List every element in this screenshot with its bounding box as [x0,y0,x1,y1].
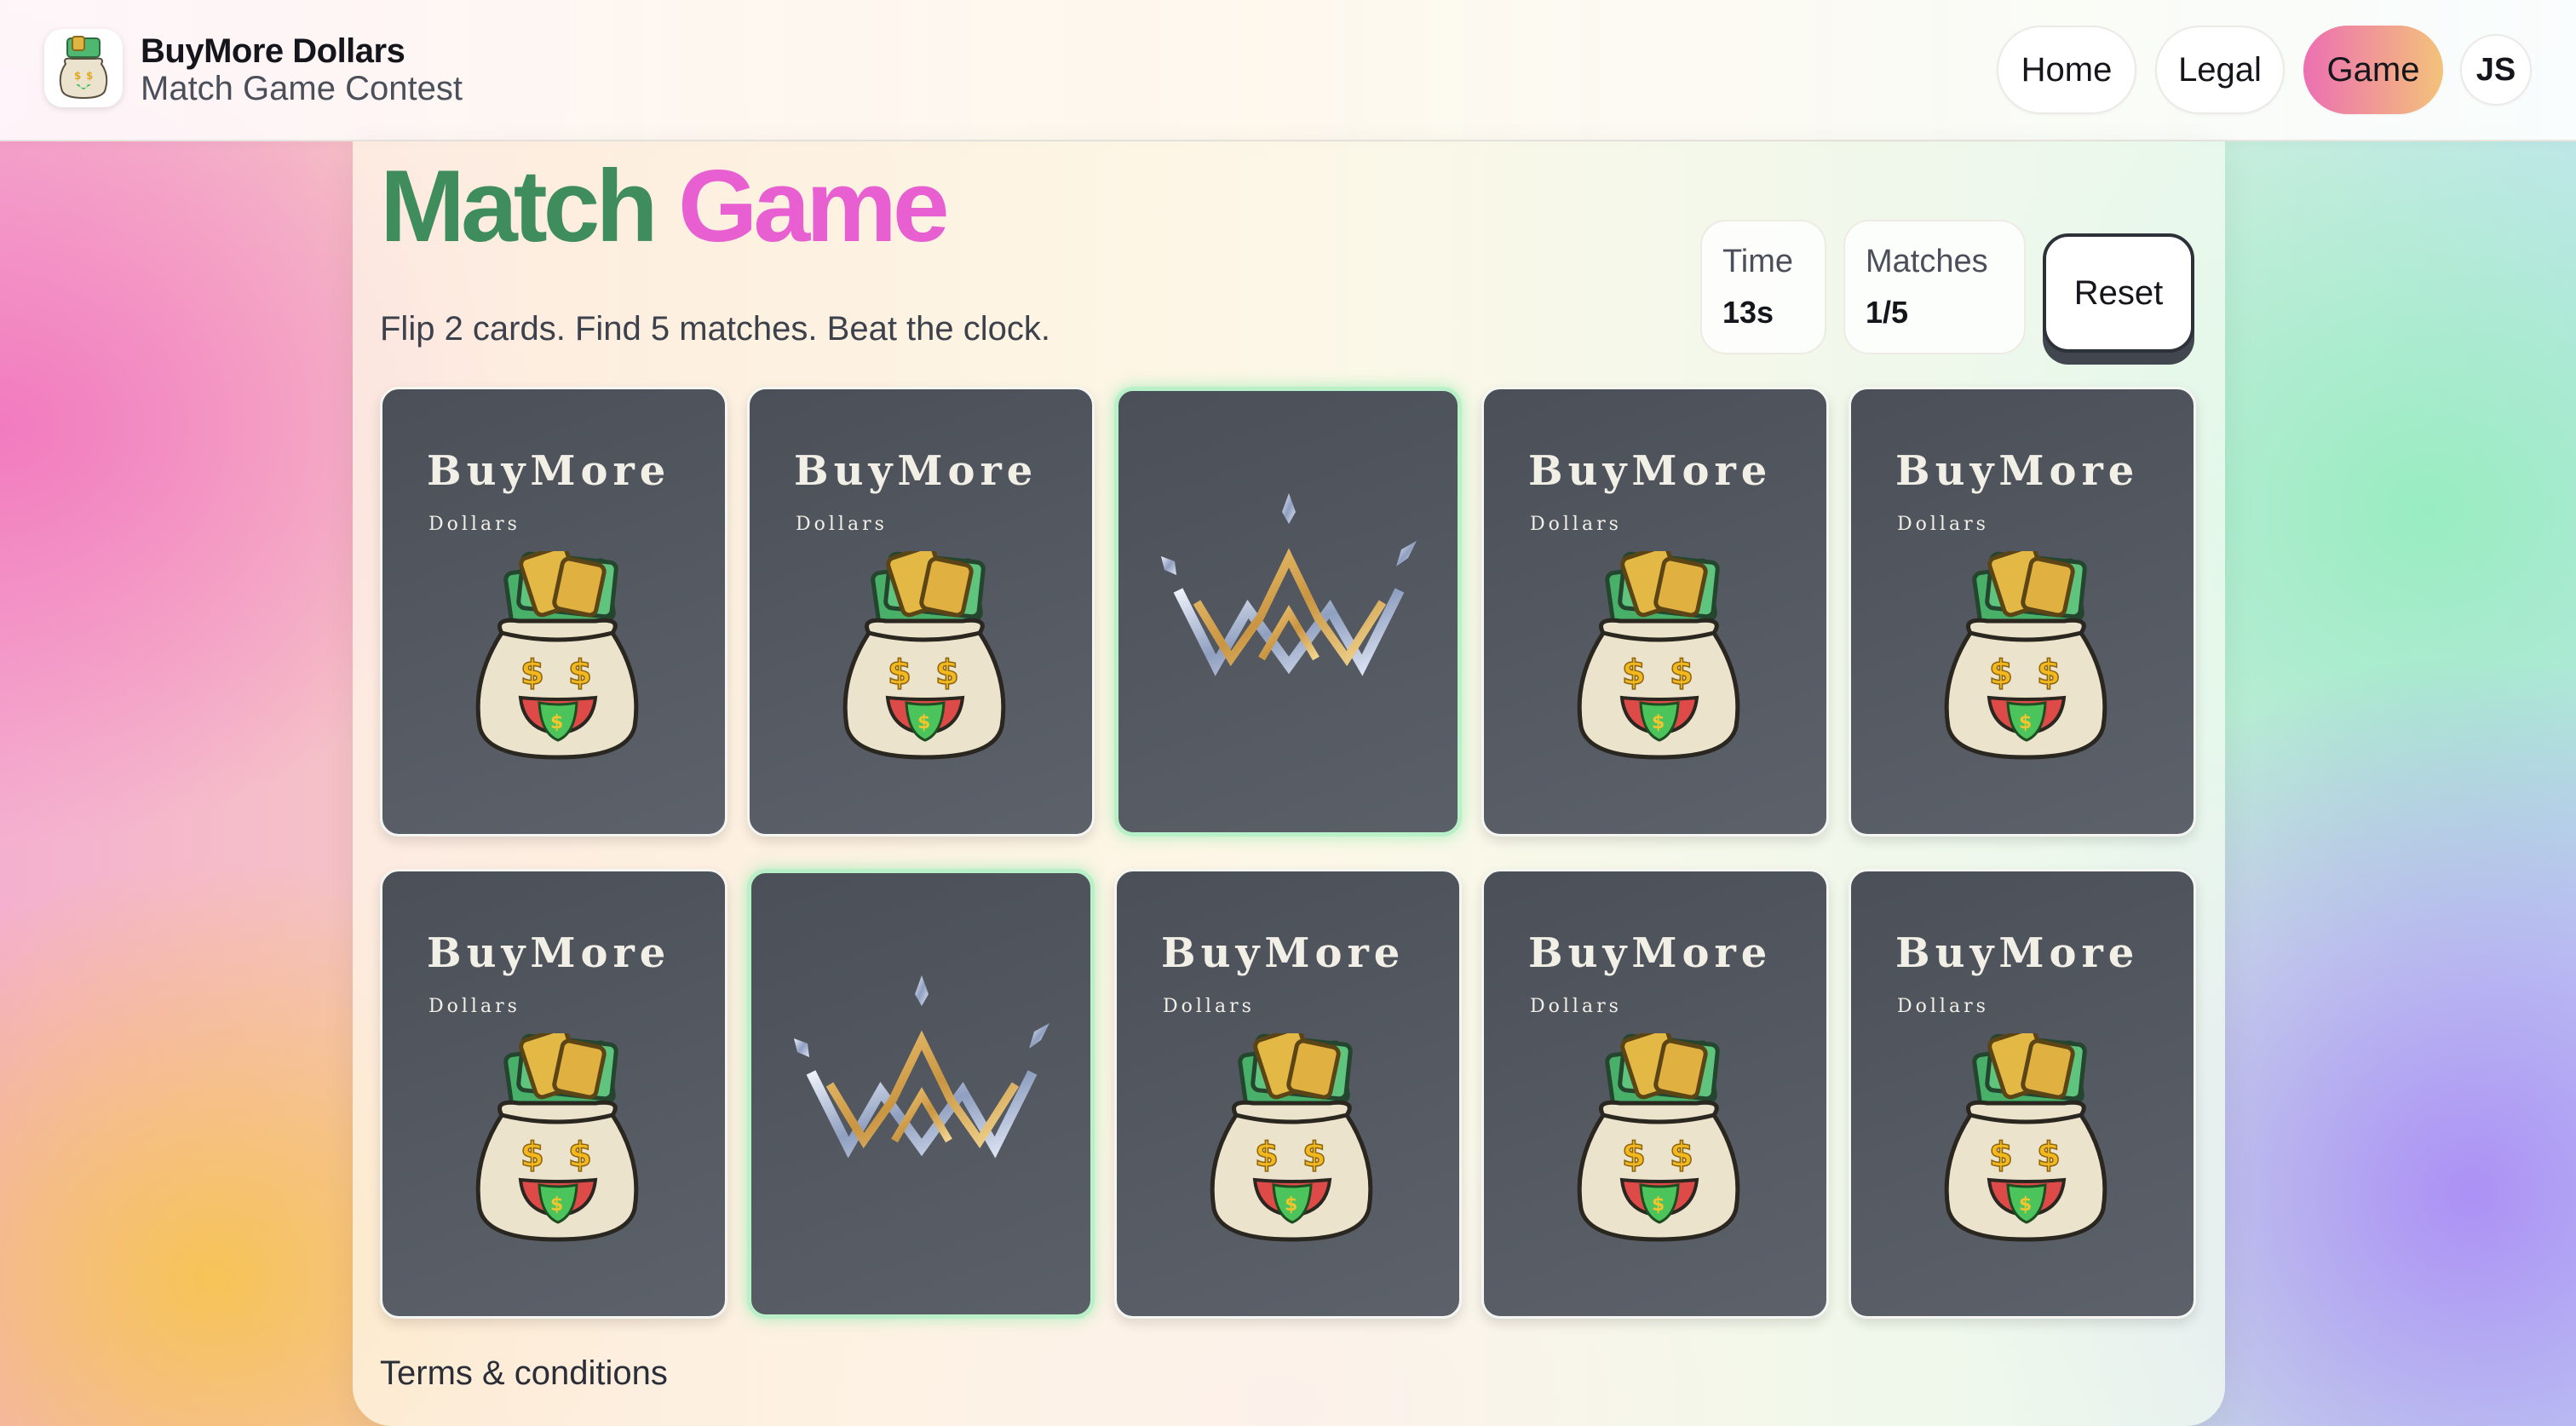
money-bag-icon: $ $ $ [1577,551,1740,760]
card-brand-subtext: Dollars [796,514,888,535]
crown-icon [1161,493,1417,676]
svg-text:$: $ [1670,653,1693,693]
svg-text:$: $ [568,1136,592,1175]
memory-card-matched[interactable] [1114,387,1462,837]
svg-text:$: $ [1302,1136,1326,1175]
memory-card[interactable]: BuyMore Dollars $ $ $ [1481,869,1829,1319]
user-avatar[interactable]: JS [2460,34,2532,106]
card-brand-subtext: Dollars [1897,514,1989,535]
svg-text:$: $ [917,712,930,733]
svg-text:$: $ [74,70,81,82]
card-brand-text: BuyMore [1528,447,1773,495]
svg-text:$: $ [1622,653,1646,693]
memory-card[interactable]: BuyMore Dollars $ $ $ [380,869,727,1319]
brand-logo[interactable]: $ $ [44,29,123,107]
card-brand-subtext: Dollars [1897,996,1989,1017]
money-bag-icon: $ $ $ [1944,1033,2107,1242]
memory-card[interactable]: BuyMore Dollars $ $ $ [1849,387,2196,837]
game-instructions: Flip 2 cards. Find 5 matches. Beat the c… [380,310,1051,348]
card-brand-subtext: Dollars [1530,514,1622,535]
top-navigation-bar: $ $ BuyMore Dollars Match Game Contest H… [0,0,2576,141]
memory-card[interactable]: BuyMore Dollars $ $ $ [747,387,1095,837]
card-brand-text: BuyMore [427,929,671,977]
card-brand-subtext: Dollars [428,996,520,1017]
app-subtitle: Match Game Contest [141,70,463,107]
card-brand-subtext: Dollars [1163,996,1255,1017]
card-brand-subtext: Dollars [1530,996,1622,1017]
time-stat: Time 13s [1700,220,1826,354]
memory-card-matched[interactable] [747,869,1095,1319]
svg-text:$: $ [86,70,93,82]
svg-text:$: $ [568,653,592,693]
card-brand-text: BuyMore [1161,929,1406,977]
terms-link[interactable]: Terms & conditions [380,1354,668,1393]
svg-text:$: $ [2037,1136,2061,1175]
money-bag-icon: $ $ $ [1577,1033,1740,1242]
matches-value: 1/5 [1866,295,1909,330]
card-brand-text: BuyMore [794,447,1038,495]
svg-text:$: $ [1652,712,1665,733]
svg-text:$: $ [935,653,959,693]
svg-text:$: $ [1652,1194,1665,1216]
svg-text:$: $ [1255,1136,1279,1175]
matches-stat: Matches 1/5 [1843,220,2026,354]
svg-text:$: $ [1670,1136,1693,1175]
money-bag-icon: $ $ [59,36,108,100]
card-brand-text: BuyMore [1895,447,2140,495]
card-brand-text: BuyMore [1895,929,2140,977]
app-title: BuyMore Dollars [141,32,405,70]
matches-label: Matches [1866,244,1988,279]
money-bag-icon: $ $ $ [1210,1033,1373,1242]
card-brand-text: BuyMore [1528,929,1773,977]
money-bag-icon: $ $ $ [475,551,639,760]
money-bag-icon: $ $ $ [842,551,1006,760]
money-bag-icon: $ $ $ [1944,551,2107,760]
svg-text:$: $ [2037,653,2061,693]
svg-text:$: $ [520,1136,544,1175]
memory-card[interactable]: BuyMore Dollars $ $ $ [1849,869,2196,1319]
svg-text:$: $ [550,1194,563,1216]
memory-card[interactable]: BuyMore Dollars $ $ $ [1481,387,1829,837]
time-value: 13s [1722,295,1774,330]
svg-text:$: $ [1622,1136,1646,1175]
memory-card[interactable]: BuyMore Dollars $ $ $ [1114,869,1462,1319]
title-game: Game [678,149,950,263]
svg-text:$: $ [550,712,563,733]
svg-text:$: $ [2019,1194,2032,1216]
card-brand-subtext: Dollars [428,514,520,535]
crown-icon [794,975,1049,1159]
nav-legal-link[interactable]: Legal [2155,26,2285,114]
time-label: Time [1722,244,1794,279]
nav-game-link[interactable]: Game [2303,26,2443,114]
memory-card[interactable]: BuyMore Dollars $ $ $ [380,387,727,837]
page-title: Match Game [380,147,950,266]
card-brand-text: BuyMore [427,447,671,495]
svg-text:$: $ [520,653,544,693]
title-match: Match [380,149,658,263]
svg-text:$: $ [1989,1136,2013,1175]
svg-text:$: $ [1989,653,2013,693]
svg-text:$: $ [2019,712,2032,733]
nav-home-link[interactable]: Home [1997,26,2136,114]
money-bag-icon: $ $ $ [475,1033,639,1242]
svg-text:$: $ [1285,1194,1297,1216]
reset-button[interactable]: Reset [2043,233,2194,353]
svg-text:$: $ [888,653,911,693]
